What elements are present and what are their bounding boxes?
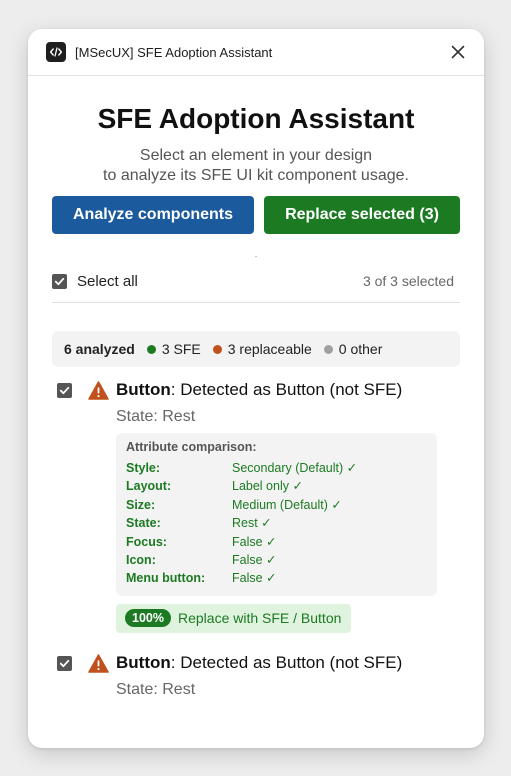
other-count: 0 other (338, 341, 383, 357)
attribute-value: Rest ✓ (232, 516, 272, 531)
legend-sfe: 3 SFE (146, 341, 201, 357)
component-name: Button (116, 380, 171, 399)
subtitle-line-2: to analyze its SFE UI kit component usag… (103, 167, 409, 184)
attribute-value: Medium (Default) ✓ (232, 497, 342, 512)
item-checkbox[interactable] (57, 655, 72, 671)
selected-count: 3 of 3 selected (362, 273, 454, 289)
legend-replaceable: 3 replaceable (212, 341, 312, 357)
detection-text: : Detected as Button (not SFE) (170, 652, 403, 672)
component-name: Button (116, 652, 171, 672)
attribute-value: Secondary (Default) ✓ (232, 461, 358, 475)
attribute-value: False ✓ (232, 553, 277, 568)
replace-with-sfe-button[interactable]: 100% Replace with SFE / Button (116, 603, 352, 633)
window-title: [MSecUX] SFE Adoption Assistant (75, 44, 273, 60)
checkmark-icon (59, 386, 70, 395)
select-all-checkbox[interactable] (52, 273, 67, 289)
plugin-window: [MSecUX] SFE Adoption Assistant SFE Adop… (28, 29, 484, 748)
close-button[interactable] (448, 42, 468, 62)
page-subtitle: Select an element in your design to anal… (52, 146, 460, 186)
title-bar: [MSecUX] SFE Adoption Assistant (28, 29, 484, 76)
item-title[interactable]: Button: Detected as Button (not SFE) (116, 379, 460, 401)
item-checkbox[interactable] (57, 383, 72, 398)
item-title[interactable]: Button: Detected as Button (not SFE) (116, 652, 460, 674)
code-icon (46, 42, 66, 62)
subtitle-line-1: Select an element in your design (139, 147, 373, 164)
replace-label: Replace with SFE / Button (177, 610, 342, 627)
main-content: SFE Adoption Assistant Select an element… (28, 101, 484, 700)
checkmark-icon (54, 277, 65, 285)
attribute-value: False ✓ (232, 571, 277, 586)
attribute-row: State: Rest ✓ (126, 514, 427, 532)
comparison-title: Attribute comparison: (126, 440, 257, 454)
attribute-row: Layout: Label only ✓ (126, 477, 427, 495)
attribute-key: Focus: (126, 534, 167, 549)
select-all-label[interactable]: Select all (77, 273, 363, 290)
attribute-value: False ✓ (232, 534, 277, 549)
detection-text: : Detected as Button (not SFE) (170, 380, 403, 399)
attribute-key: Style: (126, 461, 161, 475)
attribute-row: Icon: False ✓ (126, 551, 427, 569)
match-percent-badge: 100% (125, 609, 171, 628)
attribute-row: Focus: False ✓ (126, 533, 427, 551)
page-title: SFE Adoption Assistant (97, 103, 415, 134)
sfe-dot-icon (146, 344, 156, 354)
attribute-value: Label only ✓ (232, 479, 303, 494)
action-bar: Analyze components Replace selected (3) (52, 196, 460, 234)
close-icon (451, 45, 465, 59)
legend-other: 0 other (323, 341, 383, 357)
analyze-components-button[interactable]: Analyze components (52, 196, 254, 234)
analyzed-count: 6 analyzed (64, 341, 135, 357)
replaceable-dot-icon (212, 344, 222, 354)
attribute-row: Size: Medium (Default) ✓ (126, 496, 427, 514)
attribute-key: Menu button: (126, 571, 206, 586)
sfe-count: 3 SFE (161, 341, 201, 357)
separator-dot: . (254, 249, 258, 260)
warning-icon (88, 654, 109, 673)
select-all-row: Select all 3 of 3 selected (52, 266, 460, 303)
analysis-summary: 6 analyzed 3 SFE 3 replaceable 0 other (52, 331, 460, 367)
replace-selected-button[interactable]: Replace selected (3) (264, 196, 460, 234)
attribute-key: Size: (126, 497, 156, 512)
list-item: Button: Detected as Button (not SFE) Sta… (52, 652, 460, 700)
warning-icon (88, 381, 109, 400)
replaceable-count: 3 replaceable (227, 341, 312, 357)
item-state: State: Rest (116, 680, 196, 698)
attribute-key: Icon: (126, 553, 156, 568)
checkmark-icon (59, 659, 70, 667)
item-state: State: Rest (116, 408, 196, 425)
attribute-row: Menu button: False ✓ (126, 569, 427, 587)
list-item: Button: Detected as Button (not SFE) Sta… (52, 379, 460, 633)
other-dot-icon (323, 344, 333, 354)
attribute-comparison: Attribute comparison: Style: Secondary (… (116, 433, 437, 596)
attribute-key: Layout: (126, 479, 172, 494)
attribute-row: Style: Secondary (Default) ✓ (126, 459, 427, 477)
attribute-key: State: (126, 516, 161, 531)
